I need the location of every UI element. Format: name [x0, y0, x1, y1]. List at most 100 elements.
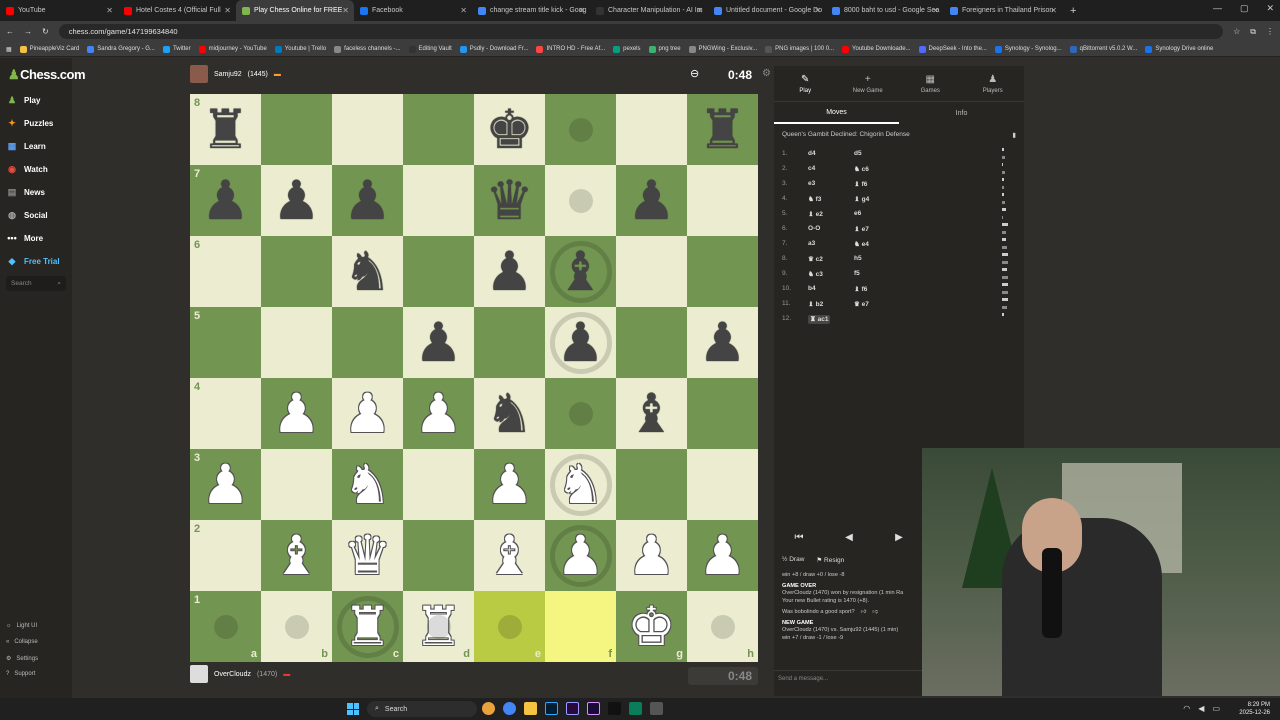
square-g2[interactable]: ♟ [616, 520, 687, 591]
capture-hint-ring[interactable] [549, 240, 612, 303]
forward-icon[interactable]: → [24, 27, 32, 36]
square-a2[interactable]: 2 [190, 520, 261, 591]
white-pawn-icon[interactable]: ♟ [343, 386, 391, 441]
white-move[interactable]: c4 [808, 165, 854, 172]
square-g3[interactable] [616, 449, 687, 520]
black-pawn-icon[interactable]: ♟ [272, 173, 320, 228]
square-g6[interactable] [616, 236, 687, 307]
bookmark-item[interactable]: PineappleViz Card [19, 45, 79, 53]
wifi-icon[interactable]: ◠ [1183, 704, 1190, 713]
square-h1[interactable]: h [687, 591, 758, 662]
maximize-icon[interactable]: ▢ [1240, 3, 1249, 14]
apps-icon[interactable]: ▦ [6, 46, 12, 53]
bookmark-item[interactable]: faceless channels -... [334, 45, 401, 53]
black-move[interactable]: ♝ f6 [854, 180, 904, 188]
volume-icon[interactable]: ◀ [1198, 704, 1204, 713]
square-g8[interactable] [616, 94, 687, 165]
black-pawn-icon[interactable]: ♟ [201, 173, 249, 228]
bookmark-item[interactable]: Synology - Synolog... [994, 45, 1062, 53]
black-queen-icon[interactable]: ♛ [485, 173, 533, 228]
close-window-icon[interactable]: ✕ [1266, 3, 1274, 14]
white-move[interactable]: ♛ c2 [808, 255, 854, 263]
square-h8[interactable]: ♜ [687, 94, 758, 165]
white-pawn-icon[interactable]: ♟ [414, 386, 462, 441]
square-c2[interactable]: ♛ [332, 520, 403, 591]
square-e7[interactable]: ♛ [474, 165, 545, 236]
black-move[interactable]: ♞ e4 [854, 240, 904, 248]
move-hint-dot[interactable] [568, 188, 593, 213]
settings-gear-icon[interactable]: ⚙ [762, 68, 771, 79]
sidebar-bottom-light-ui[interactable]: ☼ Light UI [6, 623, 37, 629]
capture-hint-ring[interactable] [336, 595, 399, 658]
bookmark-item[interactable]: Editing Vault [408, 45, 452, 53]
white-bishop-icon[interactable]: ♝ [272, 528, 320, 583]
bookmark-item[interactable]: Psdly - Download Fr... [459, 45, 528, 53]
black-rook-icon[interactable]: ♜ [698, 102, 746, 157]
minimize-icon[interactable]: — [1213, 3, 1222, 14]
black-pawn-icon[interactable]: ♟ [485, 244, 533, 299]
close-tab-icon[interactable]: ✕ [224, 6, 231, 15]
terminal-app-icon[interactable] [629, 702, 642, 715]
browser-tab[interactable]: Facebook ✕ [354, 0, 472, 21]
square-f4[interactable] [545, 378, 616, 449]
folder-app-icon[interactable] [524, 702, 537, 715]
black-pawn-icon[interactable]: ♟ [698, 315, 746, 370]
browser-tab[interactable]: Foreigners in Thailand Prison ✕ [944, 0, 1062, 21]
white-move[interactable]: d4 [808, 150, 854, 157]
reload-icon[interactable]: ↻ [42, 27, 49, 36]
square-h7[interactable] [687, 165, 758, 236]
bookmark-item[interactable]: PNGWing - Exclusiv... [688, 45, 757, 53]
battery-icon[interactable]: ▭ [1212, 704, 1220, 713]
windows-start-icon[interactable] [347, 703, 359, 715]
white-pawn-icon[interactable]: ♟ [698, 528, 746, 583]
square-g5[interactable] [616, 307, 687, 378]
black-move[interactable]: ♞ c6 [854, 165, 904, 173]
sidebar-item-more[interactable]: ••• More [6, 232, 43, 244]
sidebar-item-free-trial[interactable]: ◆ Free Trial [6, 255, 60, 267]
square-h3[interactable] [687, 449, 758, 520]
bookmark-item[interactable]: Youtube | Trello [274, 45, 326, 53]
browser-tab[interactable]: Hotel Costes 4 (Official Full ✕ [118, 0, 236, 21]
square-d1[interactable]: d ♜ [403, 591, 474, 662]
close-tab-icon[interactable]: ✕ [814, 6, 821, 15]
white-pawn-icon[interactable]: ♟ [485, 457, 533, 512]
capcut-app-icon[interactable] [608, 702, 621, 715]
sidebar-item-learn[interactable]: ▦ Learn [6, 140, 46, 152]
tab-games[interactable]: ▦ Games [899, 66, 962, 101]
settings-app-icon[interactable] [650, 702, 663, 715]
square-c5[interactable] [332, 307, 403, 378]
square-a8[interactable]: 8 ♜ [190, 94, 261, 165]
square-d8[interactable] [403, 94, 474, 165]
square-c8[interactable] [332, 94, 403, 165]
aftereffects-app-icon[interactable] [587, 702, 600, 715]
move-hint-dot[interactable] [568, 117, 593, 142]
square-a1[interactable]: 1a [190, 591, 261, 662]
black-knight-icon[interactable]: ♞ [485, 386, 533, 441]
black-knight-icon[interactable]: ♞ [343, 244, 391, 299]
chess-logo[interactable]: ♟Chess.com [8, 67, 86, 83]
thumbs-up-icon[interactable]: 👍︎ [861, 609, 867, 617]
black-move[interactable]: ♝ f6 [854, 285, 904, 293]
chrome-app-icon[interactable] [503, 702, 516, 715]
square-d3[interactable] [403, 449, 474, 520]
square-a7[interactable]: 7 ♟ [190, 165, 261, 236]
next-move-button[interactable]: ▶ [879, 526, 919, 548]
bookmark-item[interactable]: Synology Drive online [1145, 45, 1213, 53]
black-pawn-icon[interactable]: ♟ [414, 315, 462, 370]
square-f7[interactable] [545, 165, 616, 236]
square-b3[interactable] [261, 449, 332, 520]
square-f3[interactable]: ♞ [545, 449, 616, 520]
tab-players[interactable]: ♟ Players [962, 66, 1025, 101]
player-name[interactable]: Samju92 [214, 71, 242, 78]
extensions-icon[interactable]: ⧉ [1250, 27, 1256, 37]
menu-icon[interactable]: ⋮ [1266, 27, 1274, 36]
bookmark-item[interactable]: Sandra Gregory - G... [87, 45, 155, 53]
browser-tab[interactable]: 8000 baht to usd - Google Sea ✕ [826, 0, 944, 21]
avatar[interactable] [190, 665, 208, 683]
square-b7[interactable]: ♟ [261, 165, 332, 236]
capture-hint-ring[interactable] [549, 524, 612, 587]
close-tab-icon[interactable]: ✕ [578, 6, 585, 15]
square-c1[interactable]: c ♜ [332, 591, 403, 662]
square-b4[interactable]: ♟ [261, 378, 332, 449]
close-tab-icon[interactable]: ✕ [932, 6, 939, 15]
